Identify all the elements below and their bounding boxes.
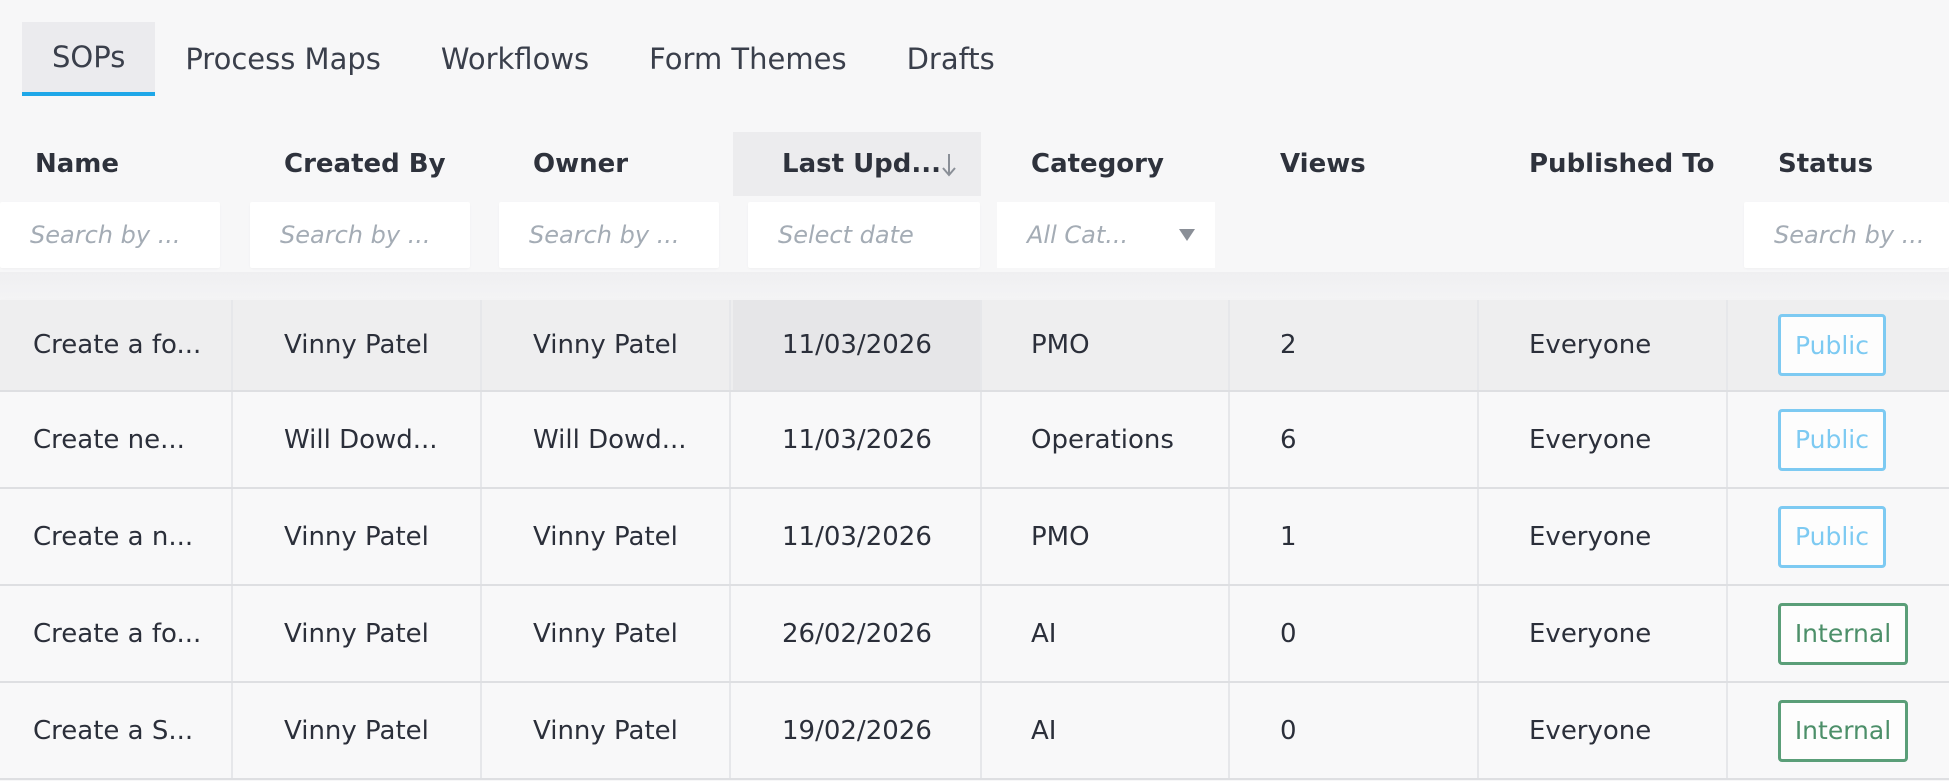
date-picker-input[interactable]: [748, 202, 980, 268]
cell-views: 0: [1280, 618, 1297, 649]
cell-last-updated: 11/03/2026: [733, 300, 980, 390]
category-select-value: All Cat...: [1027, 221, 1129, 249]
cell-published-to: Everyone: [1529, 330, 1652, 360]
column-header-status[interactable]: Status: [1766, 132, 1946, 196]
cell-created-by: Vinny Patel: [284, 715, 429, 746]
cell-created-by: Vinny Patel: [284, 618, 429, 649]
category-select[interactable]: All Cat...: [997, 202, 1215, 268]
cell-owner: Vinny Patel: [533, 521, 678, 552]
column-header-views[interactable]: Views: [1268, 132, 1478, 196]
cell-status: Internal: [1766, 586, 1949, 681]
cell-status: Public: [1766, 300, 1949, 390]
cell-category: Operations: [1031, 424, 1174, 455]
tab-sops[interactable]: SOPs: [22, 22, 156, 96]
cell-owner: Vinny Patel: [533, 715, 678, 746]
cell-created-by: Vinny Patel: [284, 521, 429, 552]
cell-last-updated: 11/03/2026: [782, 424, 932, 455]
sop-table-body: Create a fo... Vinny Patel Vinny Patel 1…: [0, 300, 1949, 780]
column-header-category[interactable]: Category: [1019, 132, 1229, 196]
status-badge: Public: [1778, 408, 1886, 471]
cell-published-to: Everyone: [1529, 521, 1652, 552]
sop-library-page: SOPs Process Maps Workflows Form Themes …: [0, 0, 1949, 781]
cell-views: 2: [1280, 330, 1297, 360]
cell-views: 1: [1280, 521, 1297, 552]
cell-name[interactable]: Create a fo...: [21, 300, 231, 390]
column-header-owner[interactable]: Owner: [521, 132, 731, 196]
cell-views: 6: [1280, 424, 1297, 455]
cell-category: AI: [1031, 618, 1057, 649]
column-header-created-by[interactable]: Created By: [272, 132, 482, 196]
cell-category: PMO: [1031, 330, 1090, 360]
status-search-input[interactable]: [1744, 202, 1949, 268]
tab-form-themes[interactable]: Form Themes: [619, 22, 876, 96]
status-badge: Internal: [1778, 602, 1908, 665]
cell-status: Public: [1766, 392, 1949, 487]
header-divider-shadow: [0, 272, 1949, 300]
tab-drafts[interactable]: Drafts: [877, 22, 1025, 96]
cell-views: 0: [1280, 715, 1297, 746]
table-row[interactable]: Create a fo... Vinny Patel Vinny Patel 1…: [0, 300, 1949, 392]
cell-status: Internal: [1766, 683, 1949, 778]
cell-created-by: Vinny Patel: [284, 330, 429, 360]
status-badge: Public: [1778, 505, 1886, 568]
cell-published-to: Everyone: [1529, 618, 1652, 649]
table-row[interactable]: Create a S... Vinny Patel Vinny Patel 19…: [0, 683, 1949, 780]
cell-last-updated: 26/02/2026: [782, 618, 932, 649]
column-header-published-to[interactable]: Published To: [1517, 132, 1737, 196]
cell-created-by: Will Dowd...: [284, 424, 438, 455]
cell-status: Public: [1766, 489, 1949, 584]
owner-search-input[interactable]: [499, 202, 719, 268]
column-header-last-updated[interactable]: Last Upd...: [770, 132, 941, 196]
arrow-down-icon[interactable]: [940, 152, 958, 178]
cell-name[interactable]: Create a n...: [21, 489, 231, 584]
created-by-search-input[interactable]: [250, 202, 470, 268]
cell-name[interactable]: Create a S...: [21, 683, 231, 778]
tab-bar: SOPs Process Maps Workflows Form Themes …: [22, 22, 1025, 96]
cell-category: PMO: [1031, 521, 1090, 552]
cell-name[interactable]: Create ne...: [21, 392, 231, 487]
cell-name[interactable]: Create a fo...: [21, 586, 231, 681]
cell-published-to: Everyone: [1529, 424, 1652, 455]
cell-owner: Vinny Patel: [533, 618, 678, 649]
table-row[interactable]: Create ne... Will Dowd... Will Dowd... 1…: [0, 392, 1949, 489]
caret-down-icon: [1179, 229, 1195, 241]
cell-last-updated: 19/02/2026: [782, 715, 932, 746]
status-badge: Public: [1778, 314, 1886, 376]
name-search-input[interactable]: [0, 202, 220, 268]
status-badge: Internal: [1778, 699, 1908, 762]
cell-published-to: Everyone: [1529, 715, 1652, 746]
column-header-name[interactable]: Name: [23, 132, 233, 196]
cell-last-updated: 11/03/2026: [782, 521, 932, 552]
table-row[interactable]: Create a n... Vinny Patel Vinny Patel 11…: [0, 489, 1949, 586]
table-row[interactable]: Create a fo... Vinny Patel Vinny Patel 2…: [0, 586, 1949, 683]
cell-owner: Vinny Patel: [533, 330, 678, 360]
cell-owner: Will Dowd...: [533, 424, 687, 455]
cell-category: AI: [1031, 715, 1057, 746]
tab-workflows[interactable]: Workflows: [411, 22, 619, 96]
tab-process-maps[interactable]: Process Maps: [155, 22, 411, 96]
